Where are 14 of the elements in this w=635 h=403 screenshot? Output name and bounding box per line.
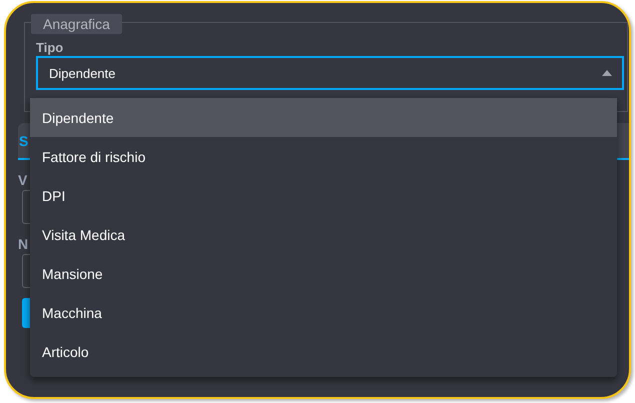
field-label: Tipo [36, 40, 64, 55]
dropdown-option[interactable]: Dipendente [30, 98, 617, 137]
tab[interactable]: S [18, 132, 28, 148]
dropdown-option[interactable]: Articolo [30, 332, 617, 371]
caret-icon [602, 70, 612, 76]
dropdown-option[interactable]: Visita Medica [30, 215, 617, 254]
field-label: N [18, 236, 28, 252]
field-label: V [18, 172, 28, 188]
type-select[interactable]: Dipendente [36, 56, 624, 90]
fieldset-legend: Anagrafica [31, 14, 122, 34]
dropdown-option[interactable]: DPI [30, 176, 617, 215]
dropdown-option[interactable]: Macchina [30, 293, 617, 332]
dropdown-option[interactable]: Fattore di rischio [30, 137, 617, 176]
dropdown-option[interactable]: Mansione [30, 254, 617, 293]
